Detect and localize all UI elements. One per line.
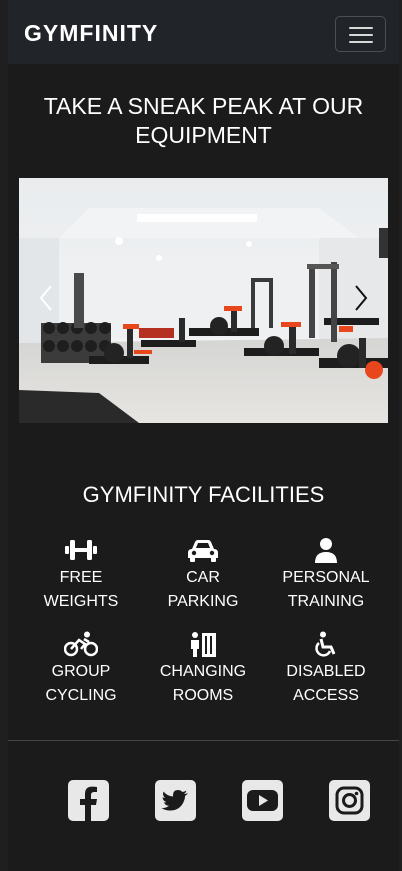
facility-label-line1: FREE — [59, 569, 103, 586]
facility-group-cycling: GROUP CYCLING — [16, 630, 146, 708]
facility-label-line1: DISABLED — [286, 663, 366, 680]
navbar: GYMFINITY — [8, 0, 399, 64]
facility-car-parking: CAR PARKING — [138, 536, 268, 614]
person-icon — [315, 538, 337, 563]
facility-changing-rooms: CHANGING ROOMS — [138, 630, 268, 708]
carousel-prev-button[interactable] — [39, 284, 53, 317]
equipment-carousel — [19, 178, 388, 423]
twitter-link[interactable] — [155, 780, 196, 821]
footer-divider — [8, 740, 399, 741]
youtube-link[interactable] — [242, 780, 283, 821]
facility-label-line2: CYCLING — [45, 687, 117, 704]
facility-label-line2: WEIGHTS — [43, 593, 119, 610]
car-icon — [188, 540, 218, 562]
menu-toggle-button[interactable] — [335, 16, 386, 52]
chevron-right-icon — [355, 285, 368, 311]
chevron-left-icon — [39, 285, 52, 311]
facility-label-line2: TRAINING — [287, 593, 365, 610]
facility-disabled-access: DISABLED ACCESS — [261, 630, 391, 708]
restroom-icon — [191, 632, 216, 657]
brand-logo[interactable]: GYMFINITY — [24, 20, 158, 47]
facebook-link[interactable] — [68, 780, 109, 821]
facility-label-line1: PERSONAL — [282, 569, 370, 586]
facility-personal-training: PERSONAL TRAINING — [261, 536, 391, 614]
facility-label-line2: ROOMS — [172, 687, 234, 704]
facility-label-line2: PARKING — [167, 593, 239, 610]
wheelchair-icon — [315, 631, 336, 657]
facility-label-line2: ACCESS — [293, 687, 359, 704]
twitter-icon — [161, 790, 188, 811]
youtube-icon — [247, 790, 278, 811]
dumbbell-icon — [65, 540, 97, 560]
facility-label-line1: GROUP — [51, 663, 111, 680]
facilities-heading: GYMFINITY FACILITIES — [82, 482, 325, 507]
bicycle-icon — [64, 631, 98, 657]
facility-label-line1: CAR — [186, 569, 220, 586]
facility-free-weights: FREE WEIGHTS — [16, 536, 146, 614]
instagram-icon — [335, 786, 364, 815]
facebook-icon — [80, 786, 97, 821]
instagram-link[interactable] — [329, 780, 370, 821]
carousel-next-button[interactable] — [354, 284, 368, 317]
equipment-heading: TAKE A SNEAK PEAK AT OUR EQUIPMENT — [43, 93, 364, 148]
facility-label-line1: CHANGING — [159, 663, 247, 680]
gym-equipment-photo — [19, 178, 388, 423]
